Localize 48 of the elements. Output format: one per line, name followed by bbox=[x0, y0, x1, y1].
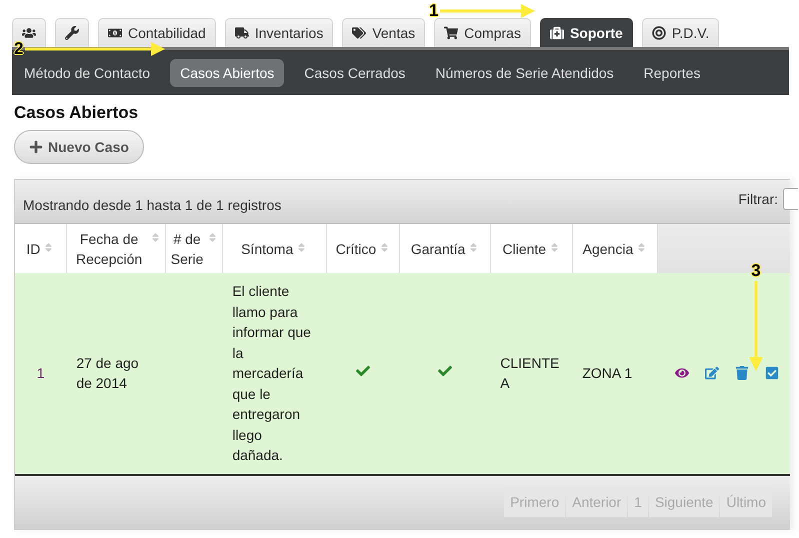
sub-navigation-link[interactable]: Reportes bbox=[634, 58, 710, 86]
column-header[interactable]: ID bbox=[15, 224, 66, 273]
plus-icon bbox=[29, 140, 43, 154]
sort-icon bbox=[549, 242, 560, 252]
module-tab[interactable]: Ventas bbox=[342, 18, 426, 47]
sub-navigation-link[interactable]: Casos Abiertos bbox=[170, 58, 284, 86]
sort-icon bbox=[206, 232, 218, 242]
column-header[interactable]: # de Serie bbox=[166, 224, 222, 273]
trash-icon[interactable] bbox=[734, 366, 749, 380]
records-info: Mostrando desde 1 hasta 1 de 1 registros bbox=[23, 197, 282, 213]
sub-navigation-link[interactable]: Casos Cerrados bbox=[294, 58, 416, 86]
edit-icon[interactable] bbox=[704, 366, 719, 380]
users-icon bbox=[22, 26, 36, 40]
first-aid-kit-icon bbox=[550, 26, 564, 40]
module-tab[interactable]: Compras bbox=[434, 18, 531, 47]
tags-icon bbox=[352, 26, 366, 40]
page-title: Casos Abiertos bbox=[14, 103, 140, 123]
module-tab[interactable] bbox=[55, 18, 89, 47]
sort-icon bbox=[296, 242, 308, 252]
column-header[interactable]: Cliente bbox=[490, 224, 572, 273]
step-number: 3 bbox=[751, 262, 761, 279]
column-header[interactable]: Síntoma bbox=[222, 224, 326, 273]
filter-label: Filtrar: bbox=[738, 191, 778, 207]
banknote-icon bbox=[108, 26, 122, 40]
new-case-button[interactable]: Nuevo Caso bbox=[14, 130, 144, 164]
sort-icon bbox=[636, 242, 648, 252]
sub-navigation-link[interactable]: Método de Contacto bbox=[14, 58, 160, 86]
filter-field[interactable] bbox=[783, 188, 798, 210]
sort-icon bbox=[379, 242, 390, 252]
step-number: 1 bbox=[429, 2, 438, 19]
truck-icon bbox=[234, 26, 249, 40]
view-icon[interactable] bbox=[674, 366, 689, 380]
module-tab[interactable]: Soporte bbox=[540, 18, 633, 47]
module-tab[interactable]: Contabilidad bbox=[98, 18, 216, 47]
module-tab[interactable]: Inventarios bbox=[224, 18, 334, 47]
sort-icon bbox=[150, 232, 162, 242]
column-header[interactable]: Agencia bbox=[572, 224, 658, 273]
sort-icon bbox=[43, 242, 54, 252]
column-header[interactable]: Crítico bbox=[326, 224, 400, 273]
column-header[interactable]: Garantía bbox=[400, 224, 490, 273]
module-tab[interactable]: P.D.V. bbox=[642, 18, 720, 47]
sub-navigation-link[interactable]: Números de Serie Atendidos bbox=[425, 58, 624, 86]
cart-icon bbox=[444, 26, 458, 40]
sort-icon bbox=[468, 242, 480, 252]
column-header[interactable]: Fecha de Recepción bbox=[66, 224, 166, 273]
checkbox-icon[interactable] bbox=[764, 366, 779, 380]
target-icon bbox=[652, 26, 666, 40]
wrench-icon bbox=[65, 26, 79, 40]
